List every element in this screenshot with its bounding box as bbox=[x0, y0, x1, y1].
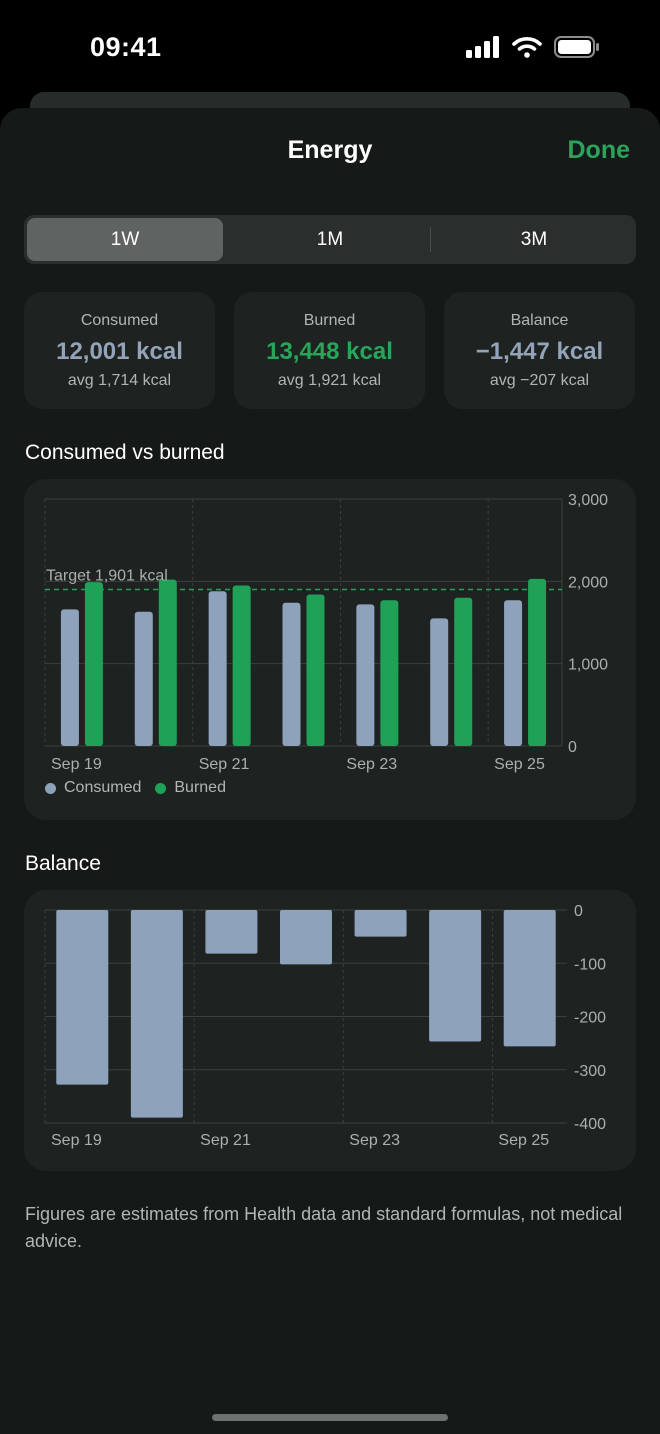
x-tick-label: Sep 21 bbox=[200, 1132, 251, 1149]
burned-bar bbox=[380, 600, 399, 746]
burned-bar bbox=[528, 578, 547, 746]
cellular-signal-icon bbox=[466, 36, 499, 58]
x-tick-label: Sep 23 bbox=[346, 756, 397, 773]
consumed-bar bbox=[356, 604, 375, 746]
chart-legend: Consumed Burned bbox=[45, 779, 240, 797]
burned-label: Burned bbox=[303, 312, 356, 329]
balance-bar bbox=[280, 910, 332, 965]
balance-chart-card: 0 -100 -200 -300 -400 Sep 19 Sep 21 Sep 23 Sep 2… bbox=[24, 890, 636, 1171]
burned-bar bbox=[84, 582, 103, 746]
balance-avg: avg −207 kcal bbox=[489, 372, 590, 389]
burned-bar bbox=[232, 585, 251, 746]
status-icons bbox=[466, 36, 600, 58]
legend-burned: Burned bbox=[155, 779, 226, 797]
legend-burned-label: Burned bbox=[174, 779, 226, 796]
y-tick-label: 3,000 bbox=[568, 492, 608, 509]
consumed-bar bbox=[430, 618, 449, 746]
segment-1m[interactable]: 1M bbox=[232, 218, 428, 261]
balance-section-title: Balance bbox=[25, 852, 101, 875]
x-tick-label: Sep 25 bbox=[498, 1132, 549, 1149]
consumed-bar bbox=[208, 591, 227, 746]
consumed-label: Consumed bbox=[80, 312, 159, 329]
consumed-vs-burned-chart: 0 1,000 2,000 3,000 Target 1,901 kcal Sep 19 S… bbox=[44, 492, 608, 773]
target-label: Target 1,901 kcal bbox=[46, 567, 168, 584]
consumed-value: 12,001 kcal bbox=[56, 338, 183, 365]
x-tick-label: Sep 19 bbox=[51, 1132, 102, 1149]
y-tick-label: -300 bbox=[574, 1063, 606, 1080]
balance-value: −1,447 kcal bbox=[475, 338, 604, 365]
burned-dot-icon bbox=[155, 782, 167, 794]
x-tick-label: Sep 25 bbox=[494, 756, 545, 773]
legend-consumed: Consumed bbox=[45, 779, 141, 797]
home-indicator[interactable] bbox=[212, 1414, 448, 1421]
disclaimer-footnote: Figures are estimates from Health data a… bbox=[25, 1204, 623, 1251]
balance-chart: 0 -100 -200 -300 -400 Sep 19 Sep 21 Sep 23 Sep 2… bbox=[44, 903, 606, 1149]
burned-stat-card: Burned 13,448 kcal avg 1,921 kcal bbox=[234, 292, 425, 409]
status-bar: 09:41 bbox=[0, 0, 660, 96]
x-tick-label: Sep 21 bbox=[199, 756, 250, 773]
consumed-bar bbox=[134, 611, 153, 746]
burned-bar bbox=[306, 594, 325, 746]
x-tick-label: Sep 19 bbox=[51, 756, 102, 773]
sheet-title: Energy bbox=[287, 136, 373, 164]
y-tick-label: 1,000 bbox=[568, 657, 608, 674]
y-tick-label: -100 bbox=[574, 956, 606, 973]
burned-bar bbox=[158, 579, 177, 746]
legend-consumed-label: Consumed bbox=[64, 779, 142, 796]
balance-bar bbox=[429, 910, 482, 1042]
balance-stat-card: Balance −1,447 kcal avg −207 kcal bbox=[444, 292, 635, 409]
range-segmented-control: 1W 1M 3M bbox=[24, 215, 636, 264]
consumed-bar bbox=[60, 609, 79, 746]
y-tick-label: 2,000 bbox=[568, 574, 608, 591]
consumed-bar bbox=[282, 602, 301, 746]
burned-value: 13,448 kcal bbox=[266, 338, 393, 365]
consumed-stat-card: Consumed 12,001 kcal avg 1,714 kcal bbox=[24, 292, 215, 409]
done-button[interactable]: Done bbox=[568, 136, 631, 165]
burned-bar bbox=[454, 597, 473, 746]
balance-bar bbox=[56, 910, 109, 1085]
y-tick-label: 0 bbox=[568, 739, 577, 756]
y-tick-label: -200 bbox=[574, 1010, 606, 1027]
status-time: 09:41 bbox=[90, 32, 162, 62]
balance-bar bbox=[503, 910, 556, 1047]
burned-avg: avg 1,921 kcal bbox=[277, 372, 382, 389]
consumed-vs-burned-card: 0 1,000 2,000 3,000 Target 1,901 kcal Sep 19 S… bbox=[24, 479, 636, 820]
segment-3m[interactable]: 3M bbox=[436, 218, 632, 261]
x-tick-label: Sep 23 bbox=[349, 1132, 400, 1149]
balance-bar bbox=[130, 910, 183, 1118]
balance-label: Balance bbox=[510, 312, 569, 329]
consumed-avg: avg 1,714 kcal bbox=[67, 372, 172, 389]
battery-icon bbox=[554, 36, 599, 58]
y-tick-label: 0 bbox=[574, 903, 583, 920]
segment-1w[interactable]: 1W bbox=[27, 218, 223, 261]
wifi-icon bbox=[512, 37, 542, 58]
consumed-dot-icon bbox=[45, 782, 56, 794]
y-tick-label: -400 bbox=[574, 1116, 606, 1133]
segment-divider bbox=[430, 227, 431, 252]
consumed-bar bbox=[504, 600, 523, 746]
balance-bar bbox=[205, 910, 258, 954]
balance-bar bbox=[354, 910, 407, 937]
consumed-vs-burned-title: Consumed vs burned bbox=[25, 441, 225, 464]
